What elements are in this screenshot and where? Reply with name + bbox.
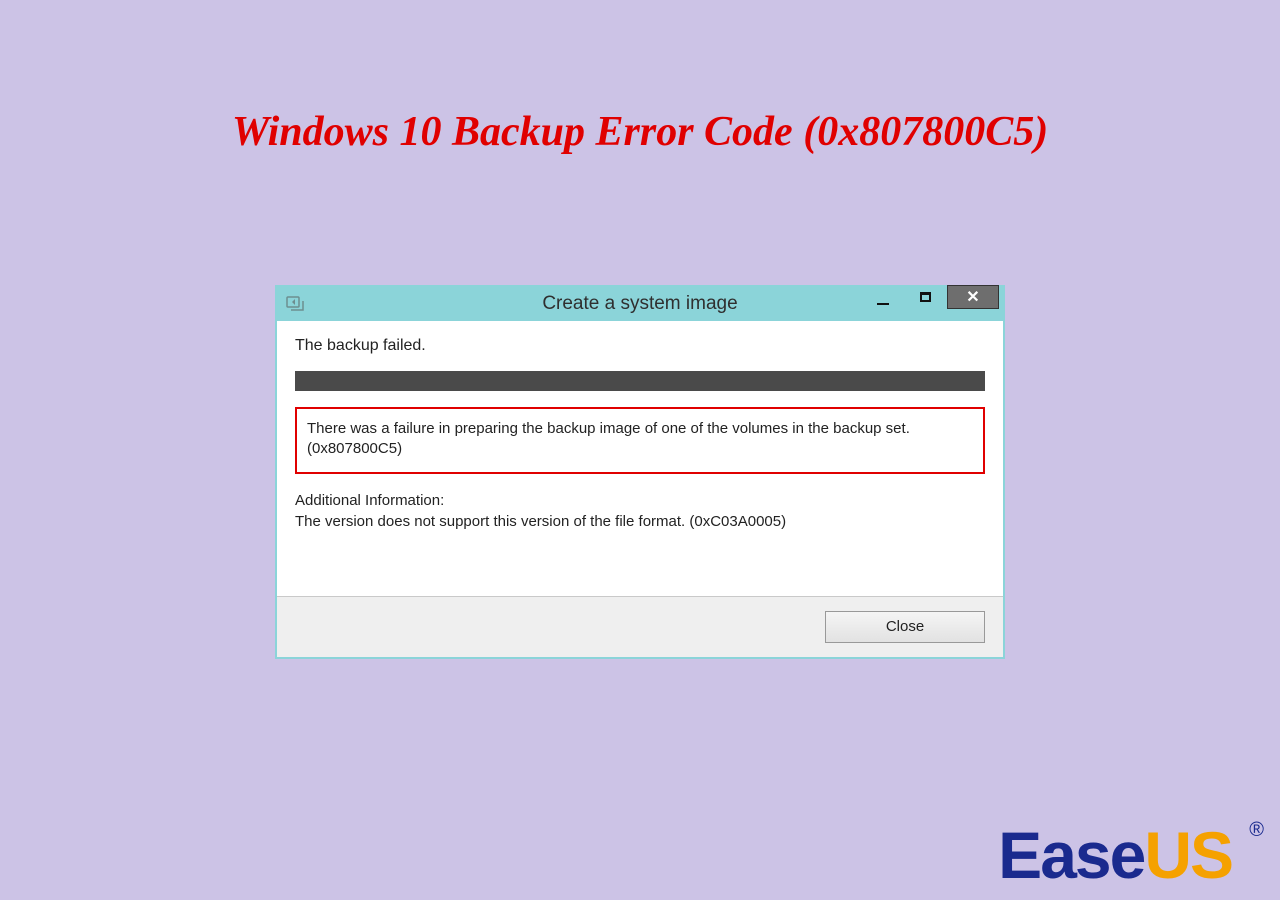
backup-failed-heading: The backup failed. bbox=[295, 337, 985, 355]
system-image-dialog: Create a system image ✕ The backup faile… bbox=[275, 285, 1005, 659]
additional-info-text: The version does not support this versio… bbox=[295, 511, 985, 532]
minimize-button[interactable] bbox=[863, 285, 903, 309]
dialog-footer: Close bbox=[277, 597, 1003, 657]
close-button[interactable]: Close bbox=[825, 611, 985, 643]
error-message-line1: There was a failure in preparing the bac… bbox=[307, 419, 973, 439]
progress-bar bbox=[295, 371, 985, 391]
window-close-button[interactable]: ✕ bbox=[947, 285, 999, 309]
backup-icon bbox=[285, 294, 305, 314]
maximize-icon bbox=[920, 292, 931, 302]
titlebar[interactable]: Create a system image ✕ bbox=[277, 287, 1003, 321]
brand-part2: US bbox=[1144, 818, 1232, 892]
error-highlight-box: There was a failure in preparing the bac… bbox=[295, 407, 985, 474]
easeus-logo: EaseUS ® bbox=[998, 822, 1232, 888]
brand-part1: Ease bbox=[998, 818, 1144, 892]
minimize-icon bbox=[877, 303, 889, 305]
close-icon: ✕ bbox=[966, 287, 979, 307]
maximize-button[interactable] bbox=[905, 285, 945, 309]
additional-info-label: Additional Information: bbox=[295, 490, 985, 511]
page-title: Windows 10 Backup Error Code (0x807800C5… bbox=[0, 108, 1280, 156]
window-controls: ✕ bbox=[863, 285, 999, 309]
error-message-line2: (0x807800C5) bbox=[307, 439, 973, 459]
dialog-body: The backup failed. There was a failure i… bbox=[277, 321, 1003, 597]
registered-icon: ® bbox=[1249, 820, 1262, 840]
